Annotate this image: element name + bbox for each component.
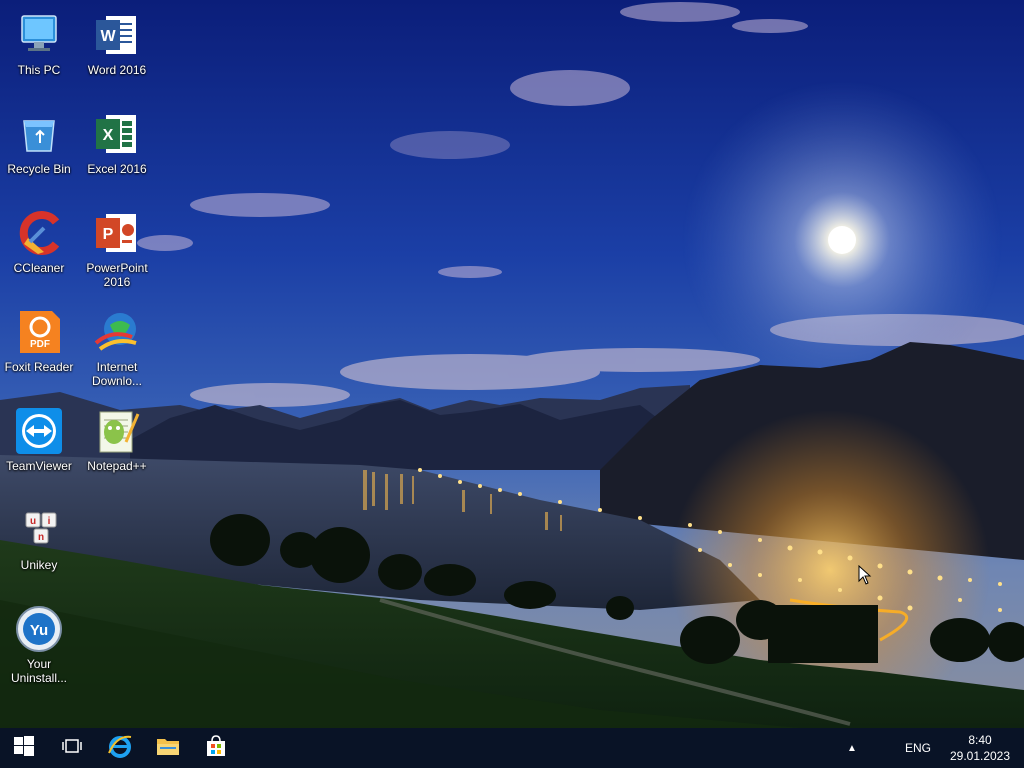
file-explorer-button[interactable]	[144, 728, 192, 768]
desktop-icon-powerpoint[interactable]: P PowerPoint 2016	[79, 202, 155, 294]
svg-text:u: u	[30, 516, 36, 527]
desktop-icon-your-uninstaller[interactable]: Yu Your Uninstall...	[1, 598, 77, 690]
input-language-indicator[interactable]: ENG	[894, 741, 942, 755]
windows-start-icon	[14, 735, 34, 761]
desktop-icon-ccleaner[interactable]: CCleaner	[1, 202, 77, 294]
desktop-icon-label: Recycle Bin	[7, 162, 71, 176]
desktop-icon-label: Word 2016	[87, 63, 147, 77]
internet-download-manager-icon	[92, 307, 142, 357]
svg-text:i: i	[48, 516, 51, 527]
desktop-icon-notepad-plus-plus[interactable]: Notepad++	[79, 400, 155, 492]
store-button[interactable]	[192, 728, 240, 768]
svg-text:Yu: Yu	[30, 622, 48, 639]
teamviewer-icon	[14, 406, 64, 456]
svg-text:X: X	[103, 127, 114, 144]
svg-text:W: W	[100, 28, 116, 45]
svg-text:P: P	[103, 226, 114, 243]
desktop-icon-teamviewer[interactable]: TeamViewer	[1, 400, 77, 492]
clock-date: 29.01.2023	[949, 749, 1011, 763]
word-icon: W	[92, 10, 142, 60]
task-view-button[interactable]	[48, 728, 96, 768]
computer-icon	[14, 10, 64, 60]
task-view-icon	[62, 738, 82, 759]
system-tray: ▲ ENG 8:40 29.01.2023	[838, 728, 1024, 768]
store-icon	[205, 734, 227, 762]
folder-icon	[156, 736, 180, 761]
desktop-icon-internet-download-manager[interactable]: Internet Downlo...	[79, 301, 155, 393]
notepad-plus-plus-icon	[92, 406, 142, 456]
desktop-icon-label: Foxit Reader	[4, 360, 74, 374]
desktop-icon-label: This PC	[17, 63, 61, 77]
mouse-cursor-icon	[858, 564, 872, 590]
your-uninstaller-icon: Yu	[14, 604, 64, 654]
unikey-icon: u i n	[14, 505, 64, 555]
desktop-icon-label: Internet Downlo...	[91, 360, 143, 388]
ccleaner-icon	[14, 208, 64, 258]
svg-text:PDF: PDF	[30, 339, 50, 350]
desktop-icon-excel[interactable]: X Excel 2016	[79, 103, 155, 195]
desktop-icon-label: CCleaner	[13, 261, 65, 275]
desktop-icon-label: Notepad++	[87, 459, 147, 473]
foxit-pdf-icon: PDF	[14, 307, 64, 357]
start-button[interactable]	[0, 728, 48, 768]
recycle-bin-icon	[14, 109, 64, 159]
clock[interactable]: 8:40 29.01.2023	[942, 732, 1018, 764]
show-hidden-icons-button[interactable]: ▲	[838, 728, 866, 768]
internet-explorer-icon	[107, 733, 133, 764]
desktop-icon-this-pc[interactable]: This PC	[1, 4, 77, 96]
desktop-icon-label: Your Uninstall...	[10, 657, 68, 685]
powerpoint-icon: P	[92, 208, 142, 258]
desktop-icon-label: TeamViewer	[6, 459, 72, 473]
desktop-icon-label: Unikey	[20, 558, 58, 572]
taskbar: ▲ ENG 8:40 29.01.2023	[0, 728, 1024, 768]
desktop-icon-grid: This PC W Word 2016 Recycle Bin X Excel …	[0, 0, 170, 728]
chevron-up-icon: ▲	[847, 742, 857, 754]
desktop-icon-label: Excel 2016	[87, 162, 147, 176]
desktop-icon-label: PowerPoint 2016	[86, 261, 148, 289]
desktop-icon-recycle-bin[interactable]: Recycle Bin	[1, 103, 77, 195]
desktop-icon-word[interactable]: W Word 2016	[79, 4, 155, 96]
internet-explorer-button[interactable]	[96, 728, 144, 768]
desktop-icon-unikey[interactable]: u i n Unikey	[1, 499, 77, 591]
desktop-icon-foxit-reader[interactable]: PDF Foxit Reader	[1, 301, 77, 393]
clock-time: 8:40	[968, 733, 992, 747]
svg-text:n: n	[38, 532, 44, 543]
excel-icon: X	[92, 109, 142, 159]
